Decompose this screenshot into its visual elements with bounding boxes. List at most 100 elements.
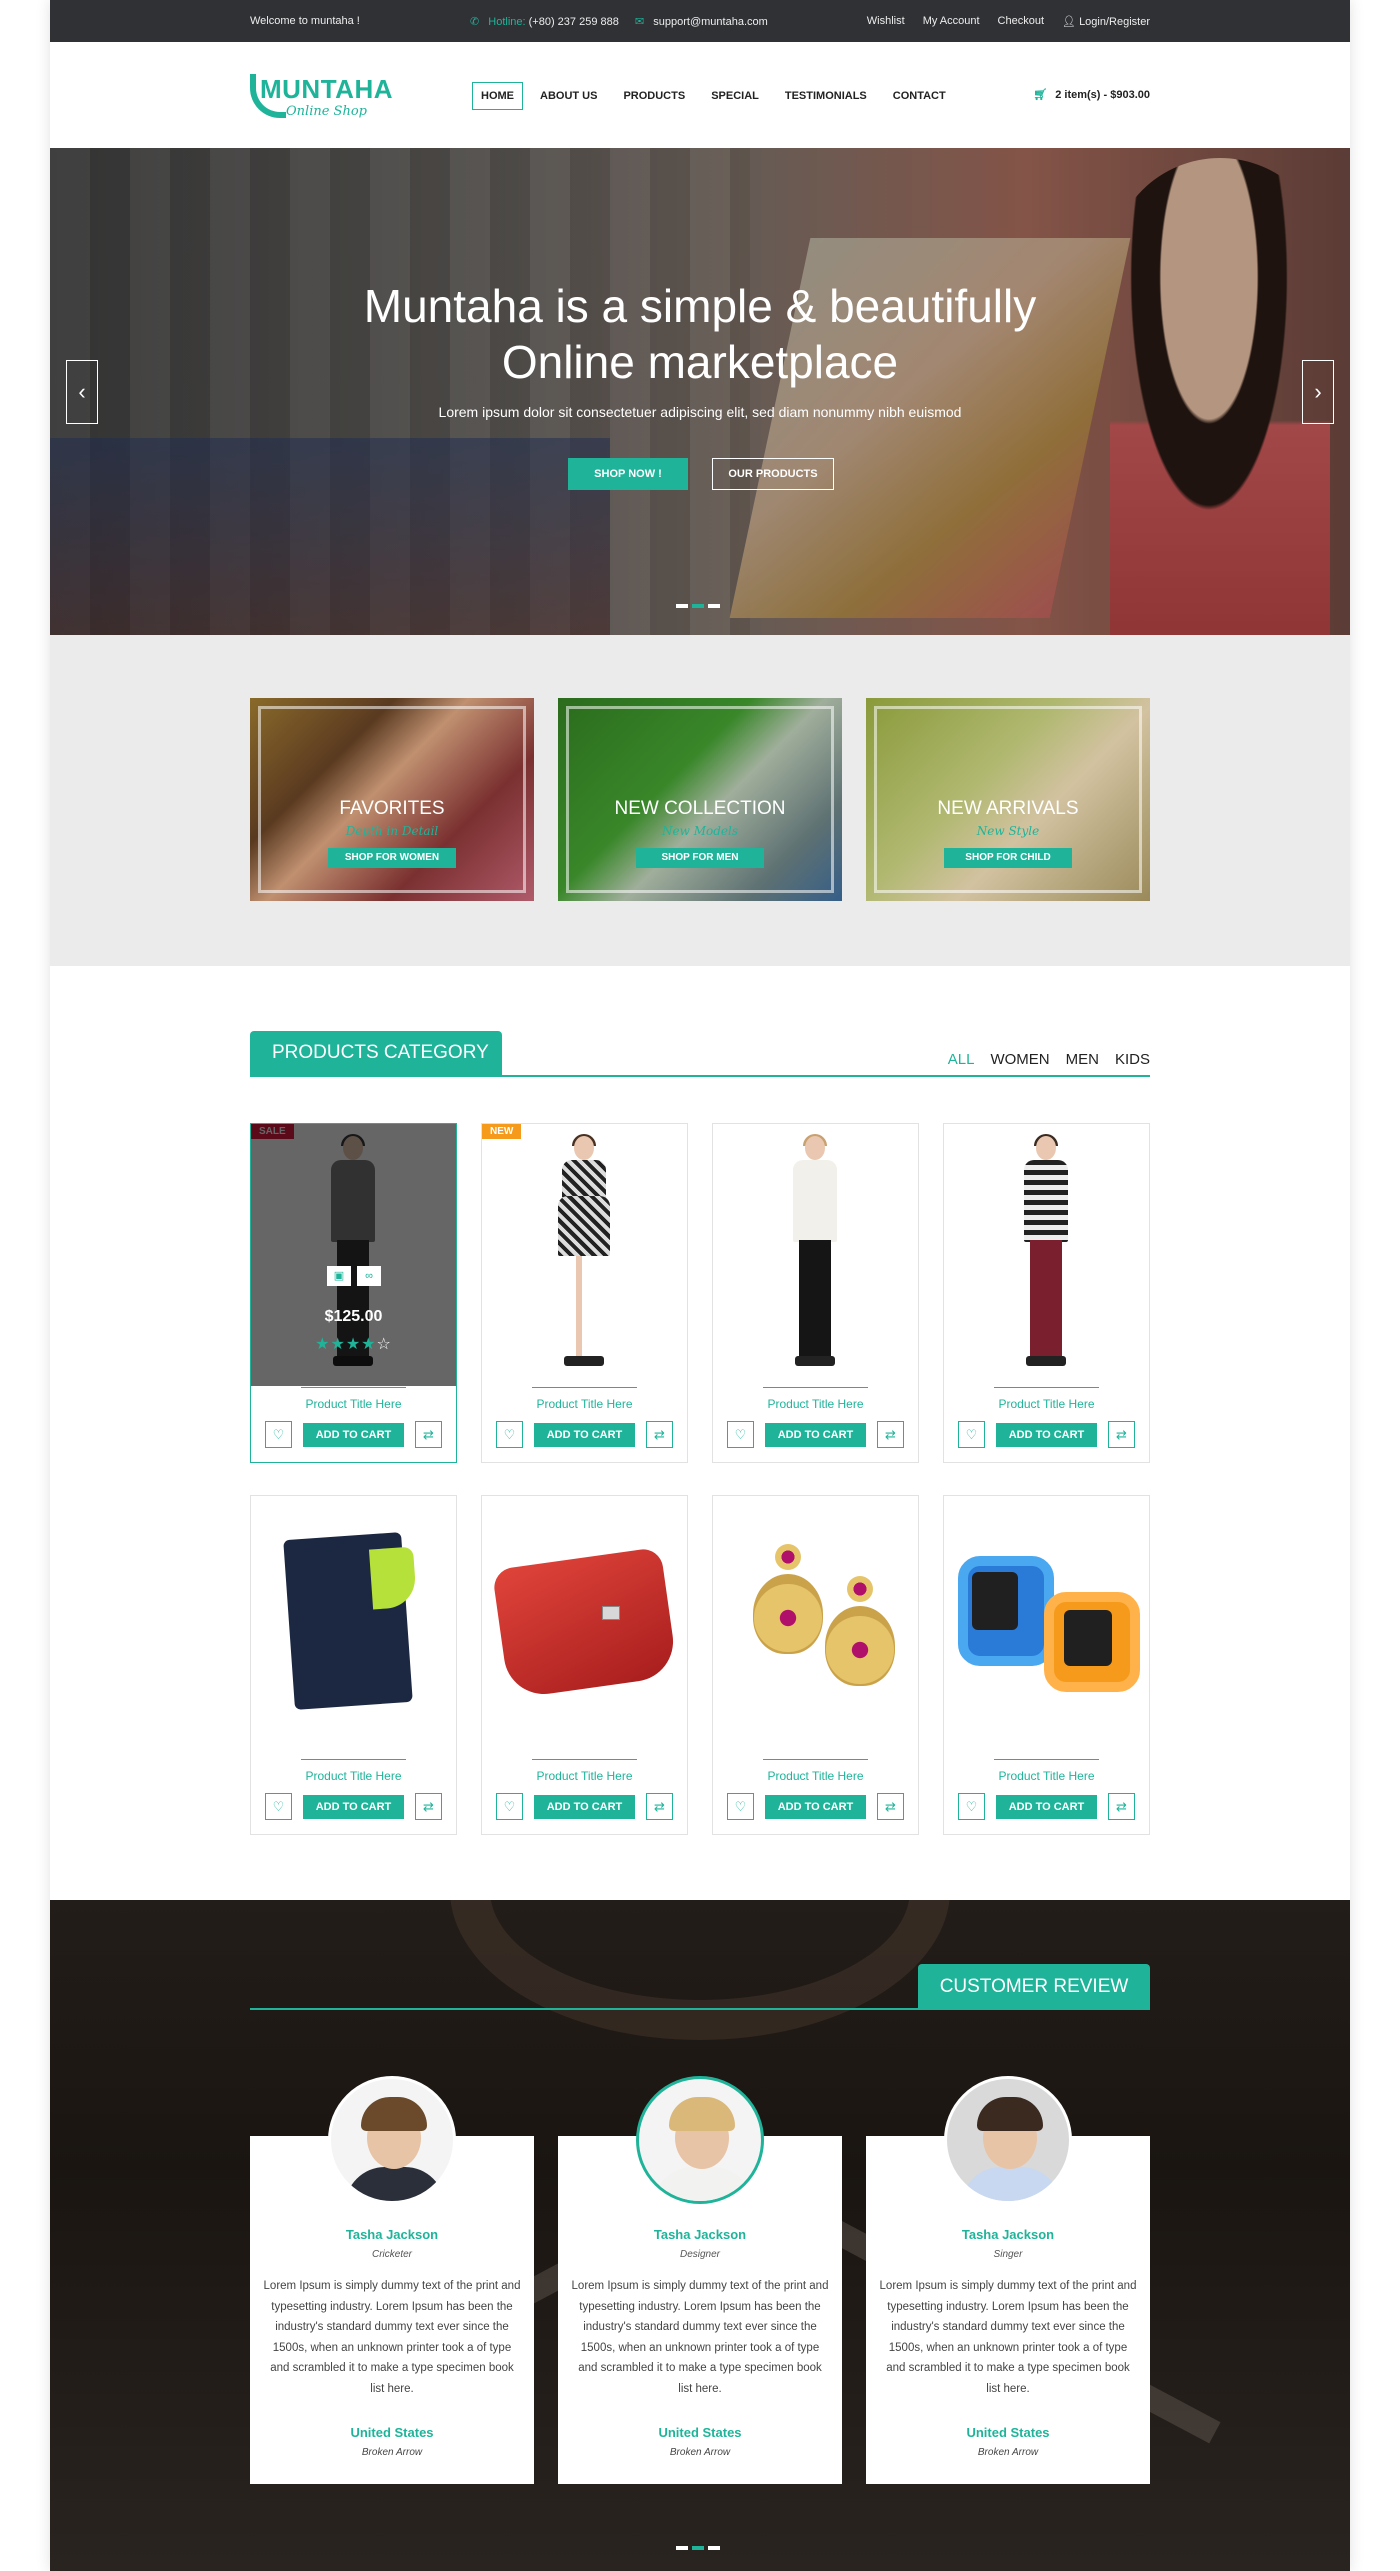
nav-testimonials[interactable]: TESTIMONIALS [776, 82, 876, 110]
image-icon[interactable]: ▣ [327, 1266, 351, 1286]
wishlist-heart-icon[interactable]: ♡ [958, 1793, 985, 1820]
product-title[interactable]: Product Title Here [482, 1397, 687, 1411]
product-price: $125.00 [324, 1308, 383, 1325]
product-image[interactable] [482, 1496, 687, 1758]
product-card[interactable]: Product Title Here ♡ ADD TO CART ⇄ [250, 1495, 457, 1835]
slider-dot[interactable] [692, 604, 704, 608]
slider-dot[interactable] [692, 2546, 704, 2550]
compare-exchange-icon[interactable]: ⇄ [415, 1793, 442, 1820]
shop-for-men-button[interactable]: SHOP FOR MEN [636, 848, 764, 868]
nav-home[interactable]: HOME [472, 82, 523, 110]
compare-exchange-icon[interactable]: ⇄ [1108, 1421, 1135, 1448]
filter-kids[interactable]: KIDS [1115, 1051, 1150, 1068]
reviewer-role: Cricketer [371, 2249, 412, 2260]
product-title[interactable]: Product Title Here [944, 1397, 1149, 1411]
compare-exchange-icon[interactable]: ⇄ [1108, 1793, 1135, 1820]
product-divider [532, 1387, 637, 1388]
compare-exchange-icon[interactable]: ⇄ [415, 1421, 442, 1448]
add-to-cart-button[interactable]: ADD TO CART [996, 1795, 1097, 1819]
wishlist-link[interactable]: Wishlist [867, 15, 905, 28]
compare-exchange-icon[interactable]: ⇄ [646, 1421, 673, 1448]
nav-about-us[interactable]: ABOUT US [531, 82, 606, 110]
feature-new-arrivals[interactable]: NEW ARRIVALS New Style SHOP FOR CHILD [866, 698, 1150, 901]
wishlist-heart-icon[interactable]: ♡ [265, 1793, 292, 1820]
our-products-button[interactable]: OUR PRODUCTS [712, 458, 834, 490]
hero-title-line1: Muntaha is a simple & beautifully [363, 280, 1037, 332]
nav-products[interactable]: PRODUCTS [614, 82, 694, 110]
mall-background-arch [450, 1900, 950, 2040]
product-title[interactable]: Product Title Here [251, 1397, 456, 1411]
hotline-number[interactable]: (+80) 237 259 888 [529, 16, 619, 28]
add-to-cart-button[interactable]: ADD TO CART [765, 1795, 866, 1819]
product-card[interactable]: NEW Product Title Here ♡ ADD TO CART ⇄ [481, 1123, 688, 1463]
wishlist-heart-icon[interactable]: ♡ [958, 1421, 985, 1448]
wishlist-heart-icon[interactable]: ♡ [496, 1793, 523, 1820]
reviewer-country: United States [966, 2425, 1050, 2440]
product-image[interactable] [713, 1124, 918, 1386]
slider-prev-arrow[interactable]: ‹ [66, 360, 98, 424]
login-register-link[interactable]: 👤︎ Login/Register [1062, 15, 1150, 28]
product-image[interactable] [944, 1124, 1149, 1386]
compare-exchange-icon[interactable]: ⇄ [877, 1421, 904, 1448]
add-to-cart-button[interactable]: ADD TO CART [534, 1423, 635, 1447]
cart-summary[interactable]: 🛒︎ 2 item(s) - $903.00 [1033, 88, 1150, 101]
slider-dot[interactable] [676, 2546, 688, 2550]
product-card[interactable]: Product Title Here ♡ ADD TO CART ⇄ [481, 1495, 688, 1835]
cart-icon: 🛒︎ [1033, 89, 1048, 101]
add-to-cart-button[interactable]: ADD TO CART [303, 1423, 404, 1447]
product-card[interactable]: SALE▣∞$125.00★★★★☆Product Title Here♡ADD… [250, 1123, 457, 1463]
slider-dot[interactable] [708, 604, 720, 608]
add-to-cart-button[interactable]: ADD TO CART [765, 1423, 866, 1447]
woman-white-top-black-pants-head [805, 1136, 825, 1160]
product-image[interactable] [251, 1496, 456, 1758]
compare-exchange-icon[interactable]: ⇄ [646, 1793, 673, 1820]
avatar-body [345, 2167, 445, 2201]
product-image[interactable] [944, 1496, 1149, 1758]
shop-for-child-button[interactable]: SHOP FOR CHILD [944, 848, 1072, 868]
red-wallet-clasp [602, 1606, 620, 1620]
my-account-link[interactable]: My Account [923, 15, 980, 28]
filter-all[interactable]: ALL [948, 1051, 975, 1068]
feature-subtitle: New Style [976, 824, 1040, 838]
product-card[interactable]: Product Title Here ♡ ADD TO CART ⇄ [943, 1123, 1150, 1463]
product-card[interactable]: Product Title Here ♡ ADD TO CART ⇄ [943, 1495, 1150, 1835]
feature-subtitle: New Models [662, 824, 738, 838]
wishlist-heart-icon[interactable]: ♡ [265, 1421, 292, 1448]
compare-exchange-icon[interactable]: ⇄ [877, 1793, 904, 1820]
product-title[interactable]: Product Title Here [713, 1769, 918, 1783]
product-title[interactable]: Product Title Here [251, 1769, 456, 1783]
slider-dot[interactable] [708, 2546, 720, 2550]
nav-special[interactable]: SPECIAL [702, 82, 768, 110]
avatar-body [961, 2167, 1061, 2201]
product-divider [994, 1387, 1099, 1388]
hero-subtitle: Lorem ipsum dolor sit consectetuer adipi… [438, 404, 962, 420]
shop-for-women-button[interactable]: SHOP FOR WOMEN [328, 848, 456, 868]
product-image[interactable] [713, 1496, 918, 1758]
slider-next-arrow[interactable]: › [1302, 360, 1334, 424]
add-to-cart-button[interactable]: ADD TO CART [996, 1423, 1097, 1447]
filter-women[interactable]: WOMEN [990, 1051, 1049, 1068]
filter-men[interactable]: MEN [1066, 1051, 1099, 1068]
checkout-link[interactable]: Checkout [998, 15, 1044, 28]
red-wallet-body [491, 1546, 679, 1700]
feature-new-collection[interactable]: NEW COLLECTION New Models SHOP FOR MEN [558, 698, 842, 901]
avatar-hair [361, 2097, 427, 2131]
shop-now-button[interactable]: SHOP NOW ! [568, 458, 688, 490]
nav-contact[interactable]: CONTACT [884, 82, 955, 110]
product-image[interactable] [482, 1124, 687, 1386]
wishlist-heart-icon[interactable]: ♡ [727, 1421, 754, 1448]
add-to-cart-button[interactable]: ADD TO CART [534, 1795, 635, 1819]
product-title[interactable]: Product Title Here [713, 1397, 918, 1411]
add-to-cart-button[interactable]: ADD TO CART [303, 1795, 404, 1819]
wishlist-heart-icon[interactable]: ♡ [727, 1793, 754, 1820]
link-icon[interactable]: ∞ [357, 1266, 381, 1286]
product-title[interactable]: Product Title Here [482, 1769, 687, 1783]
logo[interactable]: MUNTAHA Online Shop [250, 72, 393, 122]
product-card[interactable]: Product Title Here ♡ ADD TO CART ⇄ [712, 1123, 919, 1463]
feature-favorites[interactable]: FAVORITES Depth in Detail SHOP FOR WOMEN [250, 698, 534, 901]
slider-dot[interactable] [676, 604, 688, 608]
wishlist-heart-icon[interactable]: ♡ [496, 1421, 523, 1448]
product-title[interactable]: Product Title Here [944, 1769, 1149, 1783]
product-card[interactable]: Product Title Here ♡ ADD TO CART ⇄ [712, 1495, 919, 1835]
support-email-link[interactable]: support@muntaha.com [653, 16, 768, 28]
